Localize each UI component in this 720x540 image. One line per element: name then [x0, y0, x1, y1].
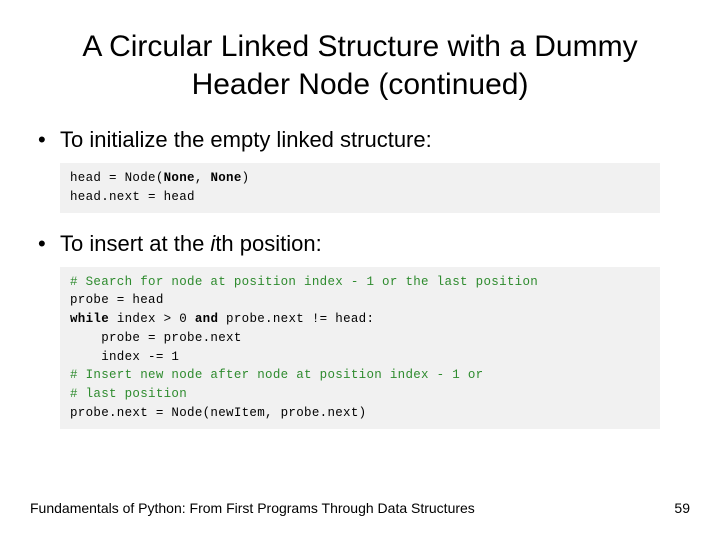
bullet-2-pre: To insert at the — [60, 231, 210, 256]
code-comment: # Insert new node after node at position… — [70, 368, 483, 382]
bullet-list-2: To insert at the ith position: — [30, 231, 690, 257]
code-text: probe = head — [70, 293, 164, 307]
code-text: head = Node( — [70, 171, 164, 185]
code-kw-none1: None — [164, 171, 195, 185]
code-kw-while: while — [70, 312, 109, 326]
code-text: head.next = head — [70, 190, 195, 204]
footer-text: Fundamentals of Python: From First Progr… — [30, 500, 475, 516]
page-number: 59 — [674, 500, 690, 516]
bullet-1-text: To initialize the empty linked structure… — [60, 127, 432, 152]
bullet-2-post: position: — [234, 231, 322, 256]
code-text: probe = probe.next — [70, 331, 242, 345]
bullet-list: To initialize the empty linked structure… — [30, 127, 690, 153]
code-comment: # Search for node at position index - 1 … — [70, 275, 538, 289]
code-text: index > 0 — [109, 312, 195, 326]
code-kw-and: and — [195, 312, 218, 326]
code-kw-none2: None — [210, 171, 241, 185]
slide-title: A Circular Linked Structure with a Dummy… — [70, 28, 650, 103]
code-text: ) — [242, 171, 250, 185]
code-block-init: head = Node(None, None) head.next = head — [60, 163, 660, 213]
code-comment: # last position — [70, 387, 187, 401]
bullet-2: To insert at the ith position: — [30, 231, 690, 257]
bullet-1: To initialize the empty linked structure… — [30, 127, 690, 153]
code-text: , — [195, 171, 211, 185]
code-block-insert: # Search for node at position index - 1 … — [60, 267, 660, 429]
code-text: index -= 1 — [70, 350, 179, 364]
code-text: probe.next = Node(newItem, probe.next) — [70, 406, 366, 420]
slide: A Circular Linked Structure with a Dummy… — [0, 0, 720, 540]
bullet-2-th: th — [215, 231, 233, 256]
code-text: probe.next != head: — [218, 312, 374, 326]
